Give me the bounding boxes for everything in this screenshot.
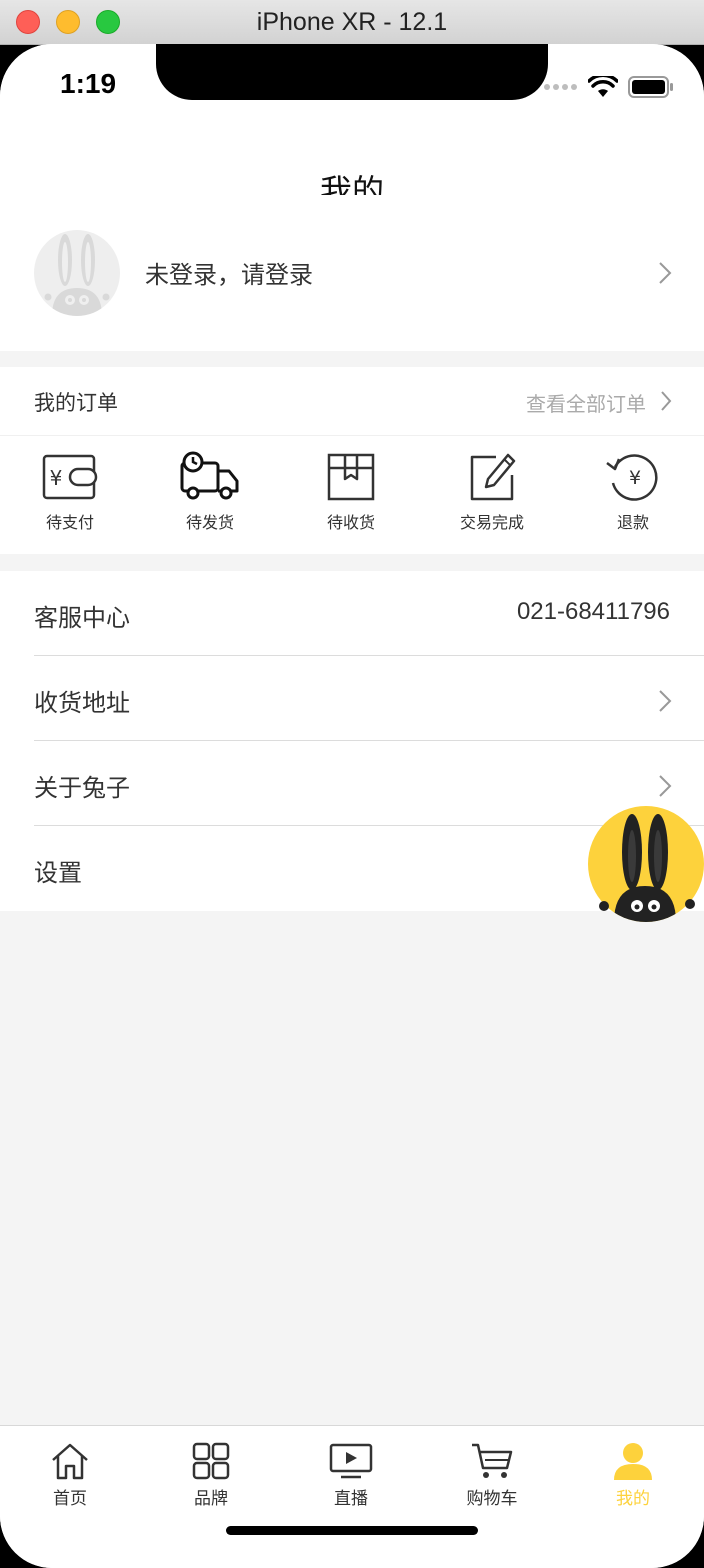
login-prompt: 未登录，请登录 — [145, 261, 313, 289]
tab-bar: 首页 品牌 直播 购物车 我的 — [0, 1425, 704, 1568]
customer-service-phone[interactable]: 021-68411796 — [517, 598, 670, 626]
tab-mine[interactable]: 我的 — [573, 1442, 693, 1509]
tab-label: 首页 — [53, 1489, 87, 1509]
device-screen: 1:19 我的 未登录，请登录 我的订单 查看全部订单 ¥ 待支付 待发货 待收… — [0, 44, 704, 1568]
order-label: 退款 — [616, 513, 649, 532]
tab-label: 我的 — [616, 1489, 650, 1509]
menu-item-label: 客服中心 — [34, 604, 130, 632]
window-title: iPhone XR - 12.1 — [256, 8, 448, 36]
wifi-icon — [588, 76, 618, 97]
tab-label: 直播 — [334, 1489, 368, 1509]
order-label: 待支付 — [45, 513, 94, 532]
user-icon — [614, 1443, 652, 1480]
tab-home[interactable]: 首页 — [10, 1442, 130, 1509]
signal-dots-icon — [544, 84, 577, 90]
refund-icon: ¥ — [606, 454, 658, 501]
cart-icon — [472, 1443, 513, 1478]
tab-label: 品牌 — [194, 1489, 228, 1509]
truck-icon — [180, 451, 239, 500]
order-label: 待发货 — [185, 513, 234, 532]
floating-bunny-button[interactable] — [588, 806, 704, 922]
box-icon — [327, 453, 375, 501]
chevron-right-icon — [659, 690, 672, 712]
status-time: 1:19 — [60, 68, 117, 99]
order-refund[interactable]: ¥ 退款 — [573, 451, 693, 533]
chevron-right-icon — [659, 262, 672, 284]
view-all-orders-link[interactable]: 查看全部订单 — [526, 388, 646, 417]
order-label: 待收货 — [326, 513, 375, 532]
chevron-right-icon — [661, 391, 672, 411]
orders-section: 我的订单 查看全部订单 ¥ 待支付 待发货 待收货 交易完成 ¥ 退款 — [0, 367, 704, 554]
profile-login-row[interactable]: 未登录，请登录 — [0, 195, 704, 351]
tab-brands[interactable]: 品牌 — [151, 1442, 271, 1509]
order-completed[interactable]: 交易完成 — [432, 451, 552, 533]
grid-icon — [192, 1442, 230, 1480]
menu-item-shipping-address[interactable]: 收货地址 — [34, 656, 704, 741]
device-notch — [156, 44, 548, 100]
menu-item-label: 设置 — [34, 859, 82, 887]
home-icon — [52, 1443, 88, 1480]
menu-item-customer-service[interactable]: 客服中心 021-68411796 — [34, 571, 704, 656]
tab-cart[interactable]: 购物车 — [432, 1442, 552, 1509]
orders-title: 我的订单 — [34, 391, 118, 415]
order-pending-payment[interactable]: ¥ 待支付 — [10, 451, 130, 533]
bunny-avatar-icon — [44, 234, 110, 316]
window-titlebar: iPhone XR - 12.1 — [0, 0, 704, 45]
menu-item-label: 关于兔子 — [34, 774, 130, 802]
order-pending-shipment[interactable]: 待发货 — [150, 451, 270, 533]
status-bar: 1:19 — [0, 44, 704, 144]
chevron-right-icon — [659, 775, 672, 797]
menu-item-label: 收货地址 — [34, 689, 130, 717]
tab-label: 购物车 — [466, 1489, 518, 1509]
home-indicator[interactable] — [226, 1526, 478, 1535]
live-icon — [329, 1443, 373, 1479]
bunny-mascot-icon — [588, 806, 704, 922]
svg-text:¥: ¥ — [629, 467, 641, 489]
svg-text:¥: ¥ — [50, 466, 63, 490]
avatar — [34, 230, 120, 316]
battery-icon — [628, 76, 673, 98]
order-label: 交易完成 — [459, 513, 524, 532]
wallet-icon: ¥ — [42, 454, 98, 500]
order-pending-receipt[interactable]: 待收货 — [291, 451, 411, 533]
tab-live[interactable]: 直播 — [291, 1442, 411, 1509]
orders-header: 我的订单 查看全部订单 — [0, 367, 704, 436]
edit-icon — [470, 453, 516, 501]
